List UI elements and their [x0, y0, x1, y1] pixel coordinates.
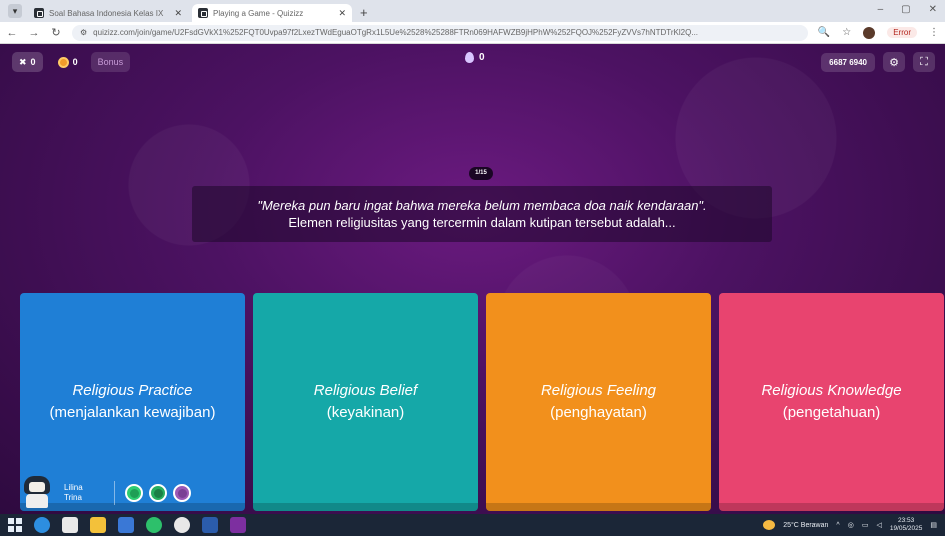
profile-avatar[interactable] [863, 26, 876, 39]
tab-quizizz[interactable]: Playing a Game - Quizizz ✕ [192, 4, 352, 22]
score-indicator: 0 [465, 52, 485, 63]
site-settings-icon[interactable]: ⚙ [80, 28, 87, 37]
question-quote: "Mereka pun baru ingat bahwa mereka belu… [257, 198, 707, 213]
answer-subtitle: (keyakinan) [326, 404, 405, 421]
tab-title: Soal Bahasa Indonesia Kelas IX [49, 8, 164, 18]
tab-search-icon[interactable]: ▾ [8, 4, 22, 18]
battery-icon[interactable]: ▭ [862, 521, 869, 529]
weather-icon[interactable] [763, 520, 776, 530]
reload-icon[interactable]: ↻ [50, 26, 62, 39]
player-last-name: Trina [64, 493, 82, 502]
answer-title: Religious Feeling [540, 382, 657, 399]
answer-subtitle: (pengetahuan) [782, 404, 881, 421]
powerups [125, 484, 191, 502]
fullscreen-icon[interactable]: ⛶ [913, 52, 935, 72]
game-code: 6687 6940 [821, 52, 875, 72]
taskbar-apps [8, 517, 246, 533]
quizizz-app-icon[interactable] [230, 517, 246, 533]
address-bar: ← → ↻ ⚙ quizizz.com/join/game/U2FsdGVkX1… [0, 22, 945, 44]
answer-title: Religious Belief [313, 382, 418, 399]
question-counter: 1/15 [469, 167, 493, 180]
notification-icon[interactable]: ▤ [930, 521, 937, 529]
clock[interactable]: 23:53 19/05/2025 [890, 517, 923, 533]
favicon-icon [34, 8, 44, 18]
volume-icon[interactable]: ◁ [876, 521, 881, 529]
score-value: 0 [479, 52, 485, 63]
maximize-button[interactable]: ▢ [901, 4, 910, 15]
bonus-badge: Bonus [90, 52, 131, 72]
game-area: ✖ 0 0 Bonus 0 6687 6940 ⚙ ⛶ 1/15 "Mereka… [0, 44, 945, 514]
tab-title: Playing a Game - Quizizz [213, 8, 304, 18]
powerup-1-icon[interactable] [125, 484, 143, 502]
url-field[interactable]: ⚙ quizizz.com/join/game/U2FsdGVkX1%252FQ… [72, 24, 808, 41]
store-icon[interactable] [62, 517, 78, 533]
explorer-icon[interactable] [90, 517, 106, 533]
close-window-button[interactable]: ✕ [929, 4, 937, 15]
answer-option-2[interactable]: Religious Belief (keyakinan) [253, 293, 478, 511]
tab-close-icon[interactable]: ✕ [338, 8, 346, 19]
settings-gear-icon[interactable]: ⚙ [883, 52, 905, 72]
bookmark-star-icon[interactable]: ☆ [842, 27, 851, 38]
clock-date: 19/05/2025 [889, 525, 923, 532]
streak-icon: ✖ [19, 56, 27, 67]
score-drop-icon [465, 52, 474, 63]
player-first-name: Lilina [64, 483, 83, 492]
player-bar: Lilina Trina [20, 476, 191, 510]
system-tray: 25°C Berawan ^ ◎ ▭ ◁ 23:53 19/05/2025 ▤ [763, 517, 937, 533]
back-arrow-icon[interactable]: ← [6, 27, 18, 39]
answer-title: Religious Practice [72, 382, 193, 399]
coins-value: 0 [72, 57, 78, 67]
window-controls: – ▢ ✕ [878, 4, 937, 15]
more-menu-icon[interactable]: ⋮ [929, 27, 939, 38]
error-button[interactable]: Error [887, 27, 917, 38]
whatsapp-icon[interactable] [146, 517, 162, 533]
question-box: "Mereka pun baru ingat bahwa mereka belu… [192, 186, 772, 242]
answer-subtitle: (penghayatan) [550, 404, 647, 421]
player-avatar [20, 476, 54, 510]
answer-option-3[interactable]: Religious Feeling (penghayatan) [486, 293, 711, 511]
network-icon[interactable]: ◎ [848, 521, 854, 529]
player-name: Lilina Trina [64, 483, 104, 503]
edge-icon[interactable] [34, 517, 50, 533]
windows-start-icon[interactable] [8, 518, 22, 532]
answer-subtitle: (menjalankan kewajiban) [49, 404, 216, 421]
player-divider [114, 481, 115, 505]
tab-close-icon[interactable]: ✕ [174, 8, 182, 19]
zoom-icon[interactable]: 🔍 [818, 27, 830, 38]
browser-tabstrip: ▾ Soal Bahasa Indonesia Kelas IX ✕ Playi… [0, 0, 945, 22]
new-tab-button[interactable]: + [360, 5, 368, 20]
game-controls: 6687 6940 ⚙ ⛶ [821, 52, 935, 72]
word-icon[interactable] [202, 517, 218, 533]
coins-indicator: 0 [51, 52, 85, 72]
question-prompt: Elemen religiusitas yang tercermin dalam… [288, 215, 676, 230]
url-text: quizizz.com/join/game/U2FsdGVkX1%252FQT0… [93, 28, 699, 37]
minimize-button[interactable]: – [878, 4, 884, 15]
tab-soal-bahasa[interactable]: Soal Bahasa Indonesia Kelas IX ✕ [28, 4, 188, 22]
streak-value: 0 [30, 57, 36, 67]
powerup-2-icon[interactable] [149, 484, 167, 502]
powerup-3-icon[interactable] [173, 484, 191, 502]
toolbar-right: 🔍 ☆ Error ⋮ [818, 26, 939, 39]
chrome-icon[interactable] [174, 517, 190, 533]
files-icon[interactable] [118, 517, 134, 533]
answer-option-4[interactable]: Religious Knowledge (pengetahuan) [719, 293, 944, 511]
favicon-icon [198, 8, 208, 18]
windows-taskbar: 25°C Berawan ^ ◎ ▭ ◁ 23:53 19/05/2025 ▤ [0, 514, 945, 536]
coin-icon [57, 56, 69, 68]
clock-time: 23:53 [897, 517, 915, 524]
answer-title: Religious Knowledge [761, 382, 902, 399]
tray-chevron-icon[interactable]: ^ [836, 522, 839, 529]
weather-text[interactable]: 25°C Berawan [783, 522, 828, 529]
forward-arrow-icon[interactable]: → [28, 27, 40, 39]
streak-indicator: ✖ 0 [12, 52, 43, 72]
